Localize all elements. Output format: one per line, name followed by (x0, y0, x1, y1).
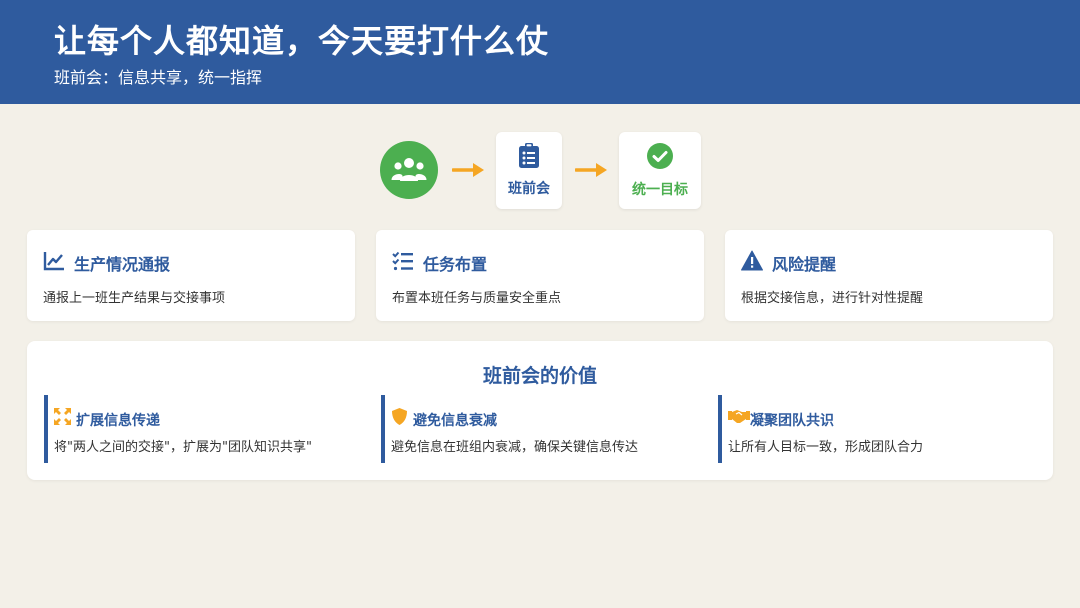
value-item-consensus: 凝聚团队共识 让所有人目标一致，形成团队合力 (718, 395, 1038, 463)
shield-icon (392, 408, 407, 425)
line-chart-icon (43, 252, 64, 271)
card-title: 风险提醒 (772, 255, 837, 274)
value-item-title: 避免信息衰减 (413, 413, 497, 429)
value-panel: 班前会的价值 扩展信息传递 将"两人之间的交接"，扩展为"团队知识共享" 避免信… (27, 341, 1053, 480)
value-item-description: 让所有人目标一致，形成团队合力 (728, 440, 924, 455)
card-production-report: 生产情况通报 通报上一班生产结果与交接事项 (27, 230, 355, 321)
card-description: 布置本班任务与质量安全重点 (392, 291, 562, 306)
team-icon (391, 158, 427, 181)
check-circle-icon (647, 142, 673, 169)
flow-step-goal-label: 统一目标 (632, 181, 688, 198)
value-item-shield: 避免信息衰减 避免信息在班组内衰减，确保关键信息传达 (381, 395, 701, 463)
team-circle (380, 141, 438, 199)
flow-step-goal: 统一目标 (619, 132, 701, 209)
value-panel-title: 班前会的价值 (482, 365, 597, 387)
task-list-icon (392, 251, 413, 271)
value-item-description: 避免信息在班组内衰减，确保关键信息传达 (391, 440, 639, 455)
warning-icon (741, 250, 763, 271)
flow-step-meeting: 班前会 (496, 132, 562, 209)
expand-icon (54, 408, 71, 425)
handshake-icon (728, 410, 750, 423)
value-item-title: 扩展信息传递 (76, 413, 160, 429)
card-task-assignment: 任务布置 布置本班任务与质量安全重点 (376, 230, 704, 321)
arrow-right-icon (575, 163, 607, 177)
card-description: 根据交接信息，进行针对性提醒 (741, 291, 924, 306)
flow-step-meeting-label: 班前会 (508, 181, 550, 197)
card-title: 任务布置 (423, 255, 488, 274)
arrow-right-icon (452, 163, 484, 177)
header-banner: 让每个人都知道，今天要打什么仗 班前会：信息共享，统一指挥 (0, 0, 1080, 104)
card-description: 通报上一班生产结果与交接事项 (43, 291, 226, 306)
value-item-expand: 扩展信息传递 将"两人之间的交接"，扩展为"团队知识共享" (44, 395, 364, 463)
page-subtitle: 班前会：信息共享，统一指挥 (54, 68, 263, 87)
value-item-description: 将"两人之间的交接"，扩展为"团队知识共享" (54, 440, 312, 455)
page-title: 让每个人都知道，今天要打什么仗 (54, 22, 550, 60)
card-risk-reminder: 风险提醒 根据交接信息，进行针对性提醒 (725, 230, 1053, 321)
clipboard-list-icon (519, 143, 539, 168)
value-item-title: 凝聚团队共识 (750, 413, 834, 429)
card-title: 生产情况通报 (74, 255, 171, 274)
